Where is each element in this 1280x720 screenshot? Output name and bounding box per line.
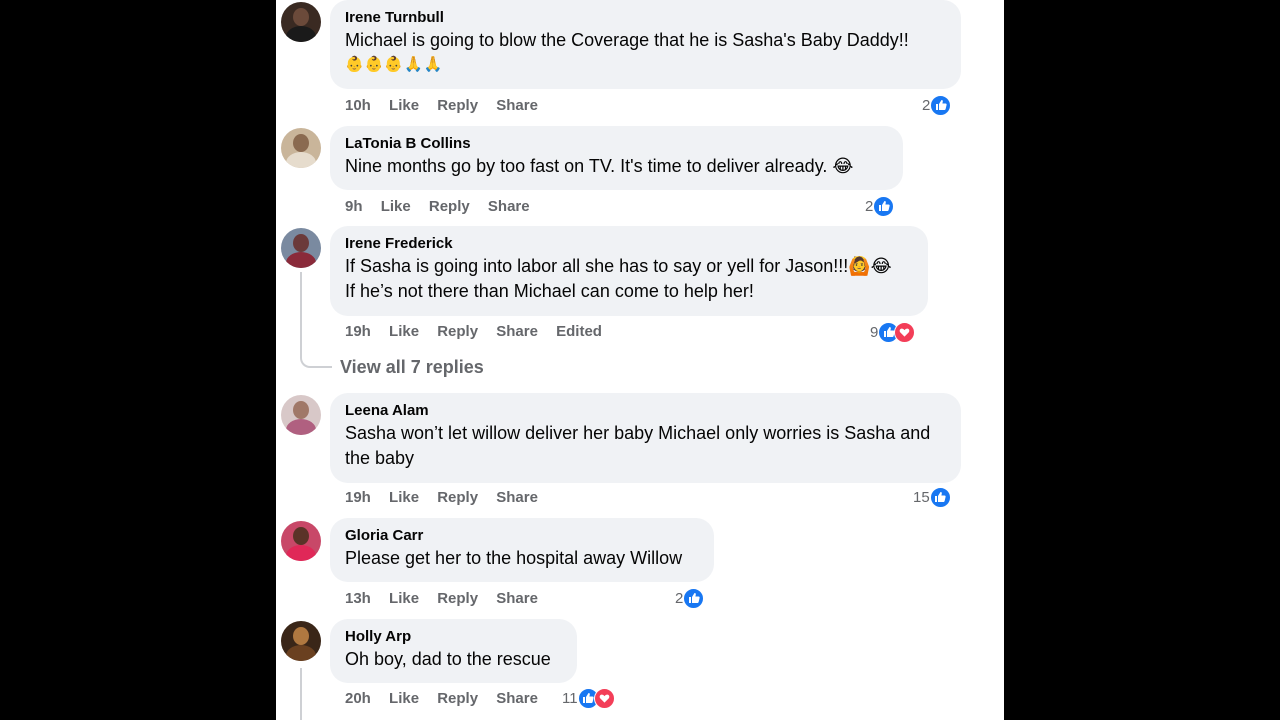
comment-bubble: Holly Arp Oh boy, dad to the rescue <box>330 619 577 683</box>
avatar[interactable] <box>281 395 321 435</box>
like-button[interactable]: Like <box>389 690 419 707</box>
love-reaction-icon <box>593 687 615 709</box>
commenter-name[interactable]: Gloria Carr <box>345 526 699 546</box>
like-reaction-icon <box>930 94 952 116</box>
reaction-count: 9 <box>870 323 879 341</box>
comment-text: Oh boy, dad to the rescue <box>345 649 551 669</box>
share-button[interactable]: Share <box>488 198 530 215</box>
comment-bubble: LaTonia B Collins Nine months go by too … <box>330 126 903 190</box>
comment-bubble: Gloria Carr Please get her to the hospit… <box>330 518 714 582</box>
love-reaction-icon <box>894 321 916 343</box>
like-reaction-icon <box>683 587 705 609</box>
reaction-count: 2 <box>865 197 874 215</box>
comment-bubble: Irene Turnbull Michael is going to blow … <box>330 0 961 89</box>
reaction-summary[interactable]: 9 <box>870 321 916 343</box>
share-button[interactable]: Share <box>496 489 538 506</box>
comment-emojis: 👶👶👶🙏🙏 <box>345 56 444 73</box>
share-button[interactable]: Share <box>496 323 538 340</box>
comment-actions: 13h Like Reply Share <box>345 590 552 608</box>
thread-connector <box>300 668 302 720</box>
commenter-name[interactable]: Irene Turnbull <box>345 8 946 28</box>
like-button[interactable]: Like <box>389 323 419 340</box>
reaction-count: 2 <box>675 589 684 607</box>
timestamp[interactable]: 13h <box>345 590 371 607</box>
commenter-name[interactable]: LaTonia B Collins <box>345 134 888 154</box>
share-button[interactable]: Share <box>496 690 538 707</box>
reaction-summary[interactable]: 11 <box>562 687 615 709</box>
comment-text: Michael is going to blow the Coverage th… <box>345 30 909 50</box>
reaction-count: 2 <box>922 96 931 114</box>
timestamp[interactable]: 10h <box>345 97 371 114</box>
reaction-summary[interactable]: 15 <box>913 486 951 508</box>
timestamp[interactable]: 9h <box>345 198 363 215</box>
like-reaction-icon <box>873 195 895 217</box>
like-button[interactable]: Like <box>389 590 419 607</box>
comment-text-line2: If he’s not there than Michael can come … <box>345 281 754 301</box>
reply-button[interactable]: Reply <box>437 97 478 114</box>
share-button[interactable]: Share <box>496 590 538 607</box>
reaction-summary[interactable]: 2 <box>865 195 895 217</box>
avatar[interactable] <box>281 128 321 168</box>
reaction-summary[interactable]: 2 <box>922 94 952 116</box>
comment-text-line1: If Sasha is going into labor all she has… <box>345 256 892 276</box>
avatar[interactable] <box>281 621 321 661</box>
like-button[interactable]: Like <box>381 198 411 215</box>
thread-connector <box>300 272 332 368</box>
comment-actions: 9h Like Reply Share <box>345 198 544 216</box>
comment-bubble: Leena Alam Sasha won’t let willow delive… <box>330 393 961 483</box>
commenter-name[interactable]: Holly Arp <box>345 627 562 647</box>
avatar[interactable] <box>281 521 321 561</box>
edited-label: Edited <box>556 323 602 340</box>
comment-bubble: Irene Frederick If Sasha is going into l… <box>330 226 928 316</box>
reply-button[interactable]: Reply <box>437 489 478 506</box>
comment-text: Please get her to the hospital away Will… <box>345 548 683 568</box>
reaction-count: 15 <box>913 488 930 506</box>
commenter-name[interactable]: Irene Frederick <box>345 234 913 254</box>
timestamp[interactable]: 19h <box>345 323 371 340</box>
like-button[interactable]: Like <box>389 489 419 506</box>
view-all-replies-link[interactable]: View all 7 replies <box>340 357 484 378</box>
reply-button[interactable]: Reply <box>437 690 478 707</box>
avatar[interactable] <box>281 2 321 42</box>
comments-panel: Irene Turnbull Michael is going to blow … <box>276 0 1004 720</box>
commenter-name[interactable]: Leena Alam <box>345 401 946 421</box>
like-button[interactable]: Like <box>389 97 419 114</box>
reaction-count: 11 <box>562 689 578 707</box>
comment-actions: 10h Like Reply Share <box>345 97 552 115</box>
timestamp[interactable]: 19h <box>345 489 371 506</box>
comment-text: Nine months go by too fast on TV. It's t… <box>345 156 854 176</box>
reply-button[interactable]: Reply <box>429 198 470 215</box>
avatar[interactable] <box>281 228 321 268</box>
timestamp[interactable]: 20h <box>345 690 371 707</box>
comment-actions: 19h Like Reply Share <box>345 489 552 507</box>
reply-button[interactable]: Reply <box>437 323 478 340</box>
comment-actions: 20h Like Reply Share <box>345 690 552 708</box>
like-reaction-icon <box>929 486 951 508</box>
comment-actions: 19h Like Reply Share Edited <box>345 323 616 341</box>
share-button[interactable]: Share <box>496 97 538 114</box>
reply-button[interactable]: Reply <box>437 590 478 607</box>
comment-text: Sasha won’t let willow deliver her baby … <box>345 423 931 468</box>
reaction-summary[interactable]: 2 <box>675 587 705 609</box>
